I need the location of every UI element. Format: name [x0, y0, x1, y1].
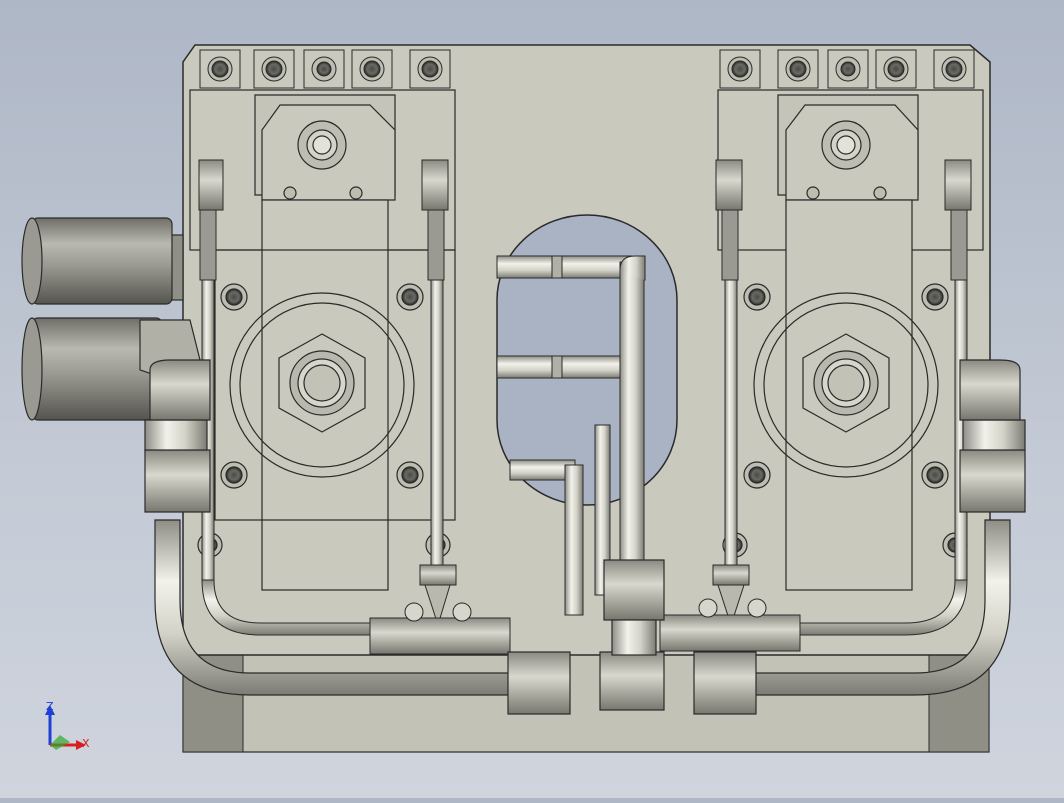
y-axis-plane-icon	[50, 735, 70, 750]
bolt-icon	[253, 49, 295, 89]
bolt-icon	[220, 461, 248, 489]
bolt-icon	[220, 283, 248, 311]
bolt-icon	[743, 461, 771, 489]
bolt-icon	[351, 49, 393, 89]
bolt-icon	[199, 49, 241, 89]
bolt-icon	[303, 49, 345, 89]
bolt-icon	[933, 49, 975, 89]
bolt-icon	[875, 49, 917, 89]
bolt-icon	[777, 49, 819, 89]
bolt-icon	[396, 283, 424, 311]
bolt-icon	[719, 49, 761, 89]
assembly-drawing: Z X	[21, 44, 1026, 753]
bolt-icon	[827, 49, 869, 89]
bolt-icon	[743, 283, 771, 311]
cad-viewport[interactable]: Z X	[0, 0, 1064, 798]
bolt-icon	[409, 49, 451, 89]
bolt-icon	[921, 461, 949, 489]
bolt-icon	[396, 461, 424, 489]
z-axis-label: Z	[46, 700, 54, 713]
bolt-icon	[921, 283, 949, 311]
x-axis-label: X	[82, 737, 90, 750]
base-block	[182, 651, 990, 753]
axis-triad: Z X	[45, 700, 90, 750]
